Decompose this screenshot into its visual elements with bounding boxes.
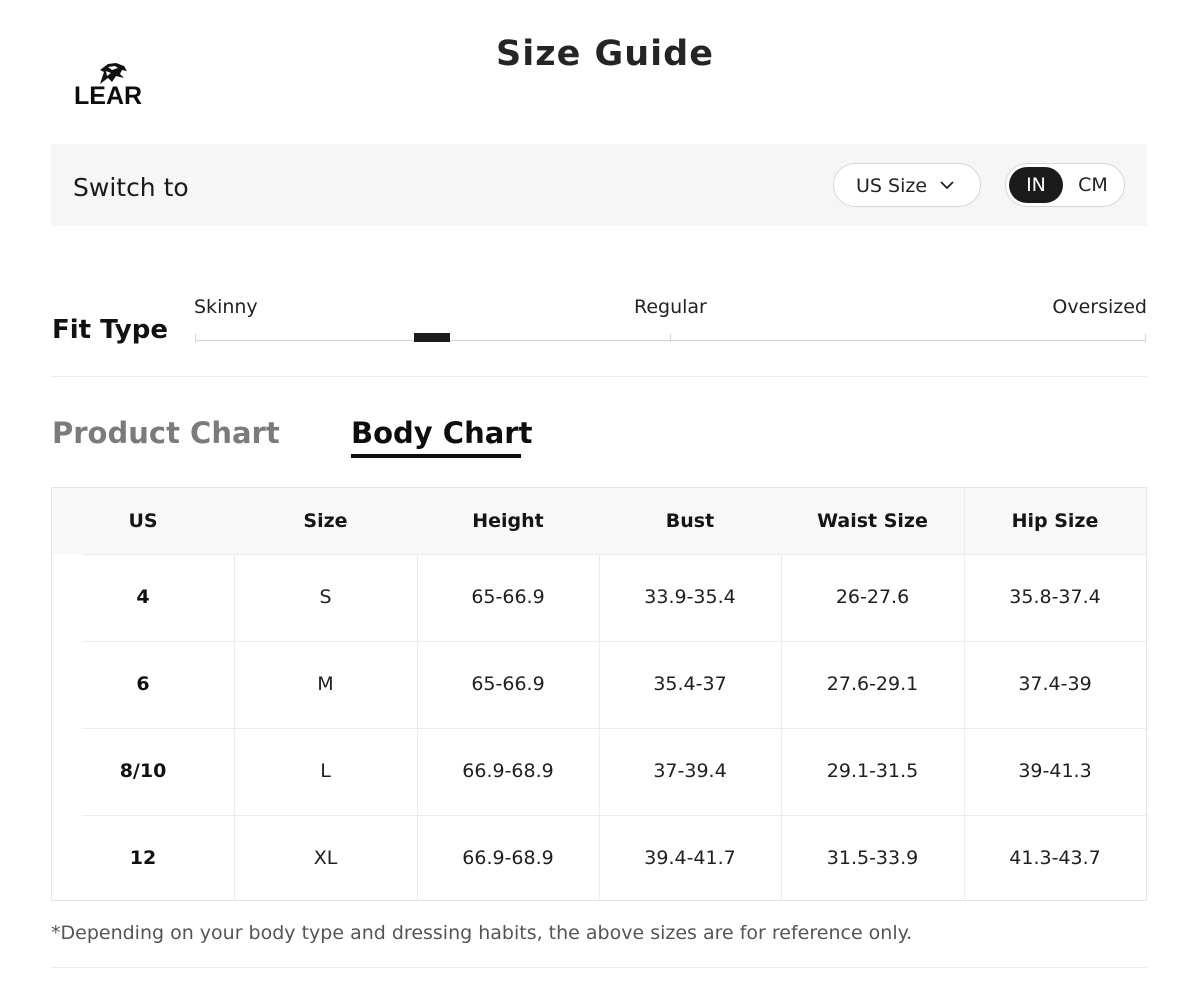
- cell-size: XL: [313, 847, 338, 869]
- cell-size: M: [317, 673, 334, 695]
- tab-body-chart[interactable]: Body Chart: [351, 416, 532, 450]
- fit-type-title: Fit Type: [52, 315, 168, 345]
- divider: [51, 967, 1147, 968]
- size-system-value: US Size: [856, 175, 928, 197]
- column-header-hip: Hip Size: [1011, 510, 1099, 532]
- fit-label-regular: Regular: [634, 296, 707, 318]
- cell-waist: 31.5-33.9: [826, 847, 919, 869]
- cell-bust: 33.9-35.4: [644, 586, 736, 608]
- tab-product-chart[interactable]: Product Chart: [52, 416, 280, 450]
- cell-height: 65-66.9: [471, 673, 545, 695]
- switch-bar: Switch to US Size IN CM: [51, 144, 1147, 226]
- column-header-us: US: [128, 510, 158, 532]
- cell-hip: 37.4-39: [1018, 673, 1092, 695]
- table-row: 8/10 L 66.9-68.9 37-39.4 29.1-31.5 39-41…: [52, 728, 1146, 815]
- footnote: *Depending on your body type and dressin…: [51, 922, 913, 944]
- active-tab-underline: [351, 454, 521, 458]
- size-table: US Size Height Bust Waist Size Hip Size …: [51, 487, 1147, 901]
- table-header: US Size Height Bust Waist Size Hip Size: [52, 488, 1146, 554]
- cell-hip: 39-41.3: [1018, 760, 1092, 782]
- brand-name: LEAR: [74, 82, 143, 110]
- column-header-size: Size: [303, 510, 348, 532]
- cell-us: 8/10: [119, 760, 167, 782]
- cell-size: L: [320, 760, 331, 782]
- divider: [51, 376, 1147, 377]
- table-row: 6 M 65-66.9 35.4-37 27.6-29.1 37.4-39: [52, 641, 1146, 728]
- fit-tick: [670, 334, 671, 342]
- cell-bust: 35.4-37: [653, 673, 727, 695]
- fit-tick: [1145, 334, 1146, 342]
- cell-waist: 26-27.6: [835, 586, 910, 608]
- column-header-height: Height: [472, 510, 544, 532]
- cell-height: 65-66.9: [471, 586, 545, 608]
- cell-us: 4: [136, 586, 150, 608]
- cell-hip: 35.8-37.4: [1009, 586, 1101, 608]
- cell-size: S: [319, 586, 332, 608]
- cell-hip: 41.3-43.7: [1009, 847, 1101, 869]
- cell-waist: 27.6-29.1: [826, 673, 919, 695]
- fit-tick: [195, 334, 196, 342]
- cell-us: 12: [129, 847, 157, 869]
- unit-in-button[interactable]: IN: [1009, 167, 1063, 203]
- unit-cm-button[interactable]: CM: [1068, 167, 1118, 203]
- switch-label: Switch to: [73, 173, 189, 202]
- cell-height: 66.9-68.9: [462, 760, 554, 782]
- cell-bust: 39.4-41.7: [644, 847, 736, 869]
- fit-label-oversized: Oversized: [1052, 296, 1147, 318]
- cell-bust: 37-39.4: [653, 760, 727, 782]
- fit-marker: [414, 333, 450, 342]
- cell-us: 6: [136, 673, 150, 695]
- table-row: 12 XL 66.9-68.9 39.4-41.7 31.5-33.9 41.3…: [52, 815, 1146, 902]
- size-system-dropdown[interactable]: US Size: [833, 163, 981, 207]
- chevron-down-icon: [940, 181, 954, 190]
- unit-toggle: IN CM: [1005, 163, 1125, 207]
- column-header-bust: Bust: [665, 510, 715, 532]
- table-row: 4 S 65-66.9 33.9-35.4 26-27.6 35.8-37.4: [52, 554, 1146, 641]
- fit-label-skinny: Skinny: [194, 296, 258, 318]
- column-header-waist: Waist Size: [817, 510, 928, 532]
- cell-height: 66.9-68.9: [462, 847, 554, 869]
- page-title: Size Guide: [496, 34, 714, 74]
- cell-waist: 29.1-31.5: [826, 760, 919, 782]
